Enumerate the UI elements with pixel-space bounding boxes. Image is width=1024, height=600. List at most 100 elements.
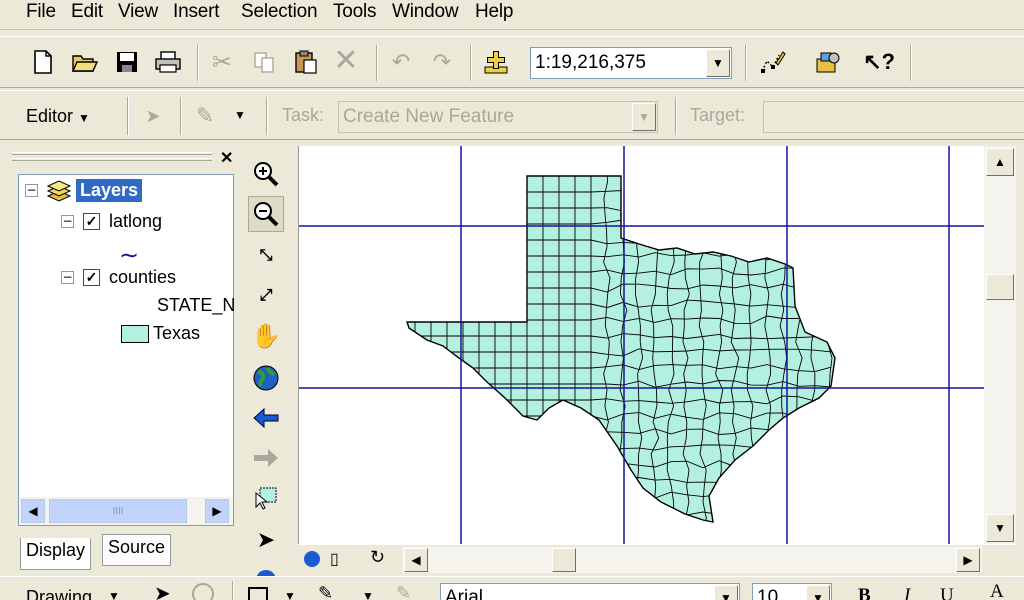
chevron-down-icon[interactable]: ▼: [284, 589, 296, 600]
help-icon[interactable]: ↖?: [862, 45, 896, 79]
back-icon[interactable]: [248, 400, 284, 436]
layout-view-icon[interactable]: ▯: [330, 549, 339, 569]
bold-button[interactable]: B: [858, 585, 871, 600]
refresh-icon[interactable]: ↻: [370, 547, 385, 568]
data-view-icon[interactable]: [304, 551, 320, 567]
scroll-right-icon[interactable]: ▶: [956, 548, 980, 572]
zoom-in-icon[interactable]: [248, 156, 284, 192]
sketch-tool-icon[interactable]: ✎: [188, 99, 222, 133]
font-size-combo[interactable]: 10 ▼: [752, 583, 832, 600]
chevron-down-icon[interactable]: ▼: [714, 585, 738, 600]
task-label: Task:: [282, 105, 325, 125]
collapse-icon[interactable]: −: [25, 184, 38, 197]
tab-source[interactable]: Source: [102, 534, 172, 566]
redo-icon[interactable]: ↷: [425, 45, 459, 79]
layer-counties[interactable]: − ✓ counties: [61, 267, 176, 288]
collapse-icon[interactable]: −: [61, 215, 74, 228]
map-vertical-scrollbar[interactable]: ▲ ▼: [984, 146, 1016, 544]
drawing-toolbar: Drawing ▼ ➤ ▼ ✎ ▼ ✎ Arial ▼ 10 ▼ B I U A: [0, 576, 1024, 600]
horizontal-scrollbar[interactable]: ◀ IIII ▶: [19, 497, 233, 525]
scroll-left-icon[interactable]: ◀: [21, 499, 45, 523]
target-combo[interactable]: [763, 101, 1024, 133]
scroll-thumb[interactable]: [552, 548, 576, 572]
table-of-contents: ✕ − Layers − ✓ latlong ∼ − ✓ counties ST…: [8, 146, 238, 574]
panel-grip[interactable]: [12, 152, 212, 155]
menu-tools[interactable]: Tools: [333, 1, 377, 23]
chevron-down-icon[interactable]: ▼: [706, 49, 730, 77]
globe-icon[interactable]: [248, 360, 284, 396]
layer-latlong[interactable]: − ✓ latlong: [61, 211, 162, 232]
rectangle-icon[interactable]: [248, 587, 268, 600]
menu-help[interactable]: Help: [475, 1, 513, 23]
rotate-icon[interactable]: [192, 583, 214, 600]
layer-visible-checkbox[interactable]: ✓: [83, 213, 100, 230]
new-icon[interactable]: [26, 45, 60, 79]
map-canvas[interactable]: [299, 146, 984, 544]
pan-icon[interactable]: ✋: [248, 318, 284, 354]
delete-icon[interactable]: ✕: [329, 43, 363, 77]
map-horizontal-scrollbar[interactable]: ◀ ▶: [402, 547, 982, 573]
drawing-menu[interactable]: Drawing: [26, 587, 92, 600]
arctoolbox-icon[interactable]: [810, 45, 844, 79]
editor-toolbar: Editor ▼ ➤ ✎ ▼ Task: Create New Feature …: [0, 90, 1024, 140]
county-boundary: [407, 508, 832, 516]
legend-field-name: STATE_N: [157, 295, 236, 315]
chevron-down-icon: ▼: [78, 111, 90, 125]
menu-edit[interactable]: Edit: [71, 1, 103, 23]
collapse-icon[interactable]: −: [61, 271, 74, 284]
legend-class[interactable]: Texas: [121, 323, 200, 344]
fill-symbol-icon[interactable]: [121, 324, 149, 343]
underline-button[interactable]: U: [940, 585, 954, 600]
cut-icon[interactable]: ✂: [205, 45, 239, 79]
menu-view[interactable]: View: [118, 1, 158, 23]
select-elements-icon[interactable]: ➤: [154, 581, 171, 600]
close-icon[interactable]: ✕: [220, 148, 233, 168]
add-data-icon[interactable]: [479, 45, 513, 79]
menu-file[interactable]: File: [26, 1, 56, 23]
scroll-down-icon[interactable]: ▼: [986, 514, 1014, 542]
scroll-thumb[interactable]: [986, 274, 1014, 300]
layer-name: counties: [109, 267, 177, 287]
editor-menu[interactable]: Editor ▼: [26, 106, 90, 127]
tree-root[interactable]: − Layers: [25, 179, 143, 202]
edit-vertices-icon[interactable]: ✎: [396, 583, 411, 600]
tab-display[interactable]: Display: [20, 538, 92, 570]
target-label: Target:: [690, 105, 746, 125]
open-icon[interactable]: [68, 45, 102, 79]
paste-icon[interactable]: [289, 45, 323, 79]
edit-tool-icon[interactable]: ➤: [136, 99, 170, 133]
font-name-combo[interactable]: Arial ▼: [440, 583, 740, 600]
scroll-thumb[interactable]: IIII: [49, 499, 187, 523]
italic-button[interactable]: I: [904, 585, 910, 600]
text-tool-icon[interactable]: ✎: [318, 583, 333, 600]
select-features-icon[interactable]: [248, 480, 284, 516]
map-view[interactable]: [298, 146, 984, 544]
undo-icon[interactable]: ↶: [384, 45, 418, 79]
menu-window[interactable]: Window: [392, 1, 459, 23]
scroll-up-icon[interactable]: ▲: [986, 148, 1014, 176]
standard-toolbar: ✂ ✕ ↶ ↷ 1:19,216,375 ▼ ↖?: [0, 36, 1024, 88]
chevron-down-icon[interactable]: ▼: [234, 108, 246, 122]
task-value: Create New Feature: [343, 106, 515, 127]
scroll-left-icon[interactable]: ◀: [404, 548, 428, 572]
editor-toolbar-icon[interactable]: [756, 45, 790, 79]
zoom-out-icon[interactable]: [248, 196, 284, 232]
layer-visible-checkbox[interactable]: ✓: [83, 269, 100, 286]
fixed-zoom-in-icon[interactable]: ⤡: [248, 238, 284, 274]
fixed-zoom-out-icon[interactable]: ⤢: [248, 278, 284, 314]
select-icon[interactable]: ➤: [248, 522, 284, 558]
menu-selection[interactable]: Selection: [241, 1, 318, 23]
forward-icon[interactable]: [248, 440, 284, 476]
chevron-down-icon[interactable]: ▼: [632, 103, 656, 131]
chevron-down-icon[interactable]: ▼: [806, 585, 830, 600]
map-scale-combo[interactable]: 1:19,216,375 ▼: [530, 47, 732, 79]
line-symbol-icon[interactable]: ∼: [119, 241, 139, 270]
font-color-button[interactable]: A: [990, 581, 1004, 600]
task-combo[interactable]: Create New Feature ▼: [338, 101, 658, 133]
menu-insert[interactable]: Insert: [173, 1, 220, 23]
save-icon[interactable]: [110, 45, 144, 79]
chevron-down-icon[interactable]: ▼: [362, 589, 374, 600]
scroll-right-icon[interactable]: ▶: [205, 499, 229, 523]
print-icon[interactable]: [151, 45, 185, 79]
copy-icon[interactable]: [247, 45, 281, 79]
